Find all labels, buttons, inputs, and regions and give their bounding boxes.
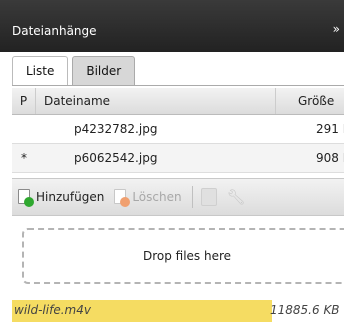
tab-bilder[interactable]: Bilder bbox=[72, 56, 136, 86]
table-header: P Dateiname Größe bbox=[12, 88, 344, 115]
table-row[interactable]: * p6062542.jpg 908 KB bbox=[12, 144, 344, 173]
tab-divider bbox=[12, 85, 344, 86]
settings-button[interactable]: 🔧︎ bbox=[227, 185, 246, 209]
toolbar-separator bbox=[191, 186, 193, 208]
tab-bar: Liste Bilder bbox=[12, 56, 139, 86]
paste-button[interactable] bbox=[200, 185, 217, 209]
column-header-name[interactable]: Dateiname bbox=[36, 88, 276, 114]
column-header-p[interactable]: P bbox=[12, 88, 36, 114]
add-document-icon bbox=[18, 188, 34, 207]
table-row[interactable]: p4232782.jpg 291 KB bbox=[12, 115, 344, 144]
tab-liste[interactable]: Liste bbox=[12, 56, 69, 86]
row-file-name: p6062542.jpg bbox=[74, 151, 158, 165]
collapse-icon[interactable]: » bbox=[333, 22, 340, 36]
delete-file-label: Löschen bbox=[132, 190, 182, 204]
clipboard-icon bbox=[200, 188, 217, 206]
delete-file-button[interactable]: Löschen bbox=[114, 185, 182, 209]
add-file-button[interactable]: Hinzufügen bbox=[18, 185, 104, 209]
row-file-size: 908 KB bbox=[316, 151, 344, 165]
upload-file-name: wild-life.m4v bbox=[14, 303, 91, 317]
dropzone-label: Drop files here bbox=[142, 249, 232, 263]
attachments-panel: Dateianhänge » Liste Bilder P Dateiname … bbox=[0, 0, 344, 331]
upload-file-size: 11885.6 KB bbox=[270, 303, 340, 317]
file-toolbar: Hinzufügen Löschen 🔧︎ bbox=[12, 178, 344, 216]
file-table: P Dateiname Größe p4232782.jpg 291 KB * … bbox=[12, 88, 344, 173]
wrench-icon: 🔧︎ bbox=[226, 188, 246, 206]
file-dropzone[interactable]: Drop files here bbox=[22, 228, 344, 284]
row-file-name: p4232782.jpg bbox=[74, 122, 158, 136]
column-header-size[interactable]: Größe bbox=[276, 88, 344, 114]
panel-header: Dateianhänge » bbox=[0, 0, 344, 52]
row-p-marker: * bbox=[21, 151, 27, 165]
add-file-label: Hinzufügen bbox=[36, 190, 105, 204]
row-file-size: 291 KB bbox=[316, 122, 344, 136]
upload-item: wild-life.m4v 11885.6 KB bbox=[12, 300, 344, 324]
panel-title: Dateianhänge bbox=[12, 24, 97, 38]
row-p-marker bbox=[12, 115, 36, 143]
delete-document-icon bbox=[114, 188, 131, 207]
